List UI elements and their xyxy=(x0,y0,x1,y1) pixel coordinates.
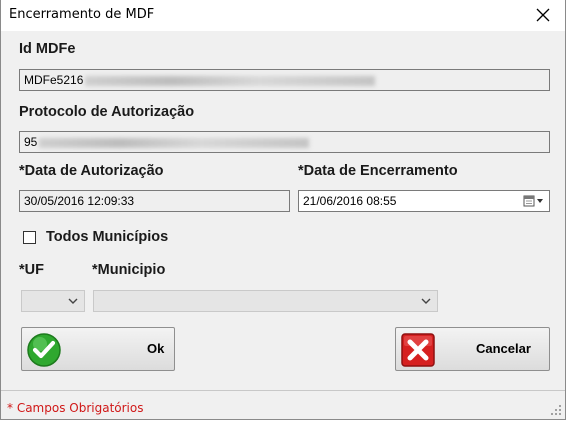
redacted-mask xyxy=(39,137,310,148)
ok-button-label: Ok xyxy=(147,341,165,356)
footer-divider xyxy=(1,390,565,391)
protocolo-label: Protocolo de Autorização xyxy=(19,104,195,120)
cancel-button[interactable]: Cancelar xyxy=(395,327,550,371)
protocolo-field[interactable]: 95 xyxy=(19,131,550,153)
green-check-icon xyxy=(27,333,61,367)
red-x-icon xyxy=(401,333,435,367)
redacted-mask xyxy=(85,75,376,86)
data-encerramento-picker[interactable]: 21/06/2016 08:55 xyxy=(298,190,550,212)
close-button[interactable] xyxy=(531,4,555,26)
todos-municipios-label[interactable]: Todos Municípios xyxy=(46,229,168,245)
required-fields-note: * Campos Obrigatórios xyxy=(7,401,144,415)
dialog-window: Encerramento de MDF Id MDFe MDFe5216 Pro… xyxy=(0,0,566,420)
cancel-button-label: Cancelar xyxy=(476,341,531,356)
ok-button[interactable]: Ok xyxy=(21,327,175,371)
resize-grip-icon[interactable] xyxy=(550,404,562,416)
calendar-dropdown-icon[interactable] xyxy=(523,194,545,208)
municipio-select[interactable] xyxy=(93,290,438,312)
chevron-down-icon xyxy=(421,298,431,304)
data-encerramento-label: *Data de Encerramento xyxy=(298,163,458,179)
data-autorizacao-field[interactable]: 30/05/2016 12:09:33 xyxy=(19,190,290,212)
id-mdfe-label: Id MDFe xyxy=(19,41,76,57)
data-autorizacao-value: 30/05/2016 12:09:33 xyxy=(24,194,135,208)
title-bar: Encerramento de MDF xyxy=(1,0,565,31)
chevron-down-icon xyxy=(68,298,78,304)
todos-municipios-checkbox[interactable] xyxy=(23,231,36,244)
protocolo-value: 95 xyxy=(24,135,38,149)
id-mdfe-field[interactable]: MDFe5216 xyxy=(19,69,550,91)
window-title: Encerramento de MDF xyxy=(9,7,155,22)
close-icon xyxy=(536,8,550,22)
uf-label: *UF xyxy=(19,262,44,278)
municipio-label: *Municipio xyxy=(92,262,166,278)
id-mdfe-value: MDFe5216 xyxy=(24,73,84,87)
data-autorizacao-label: *Data de Autorização xyxy=(19,163,164,179)
data-encerramento-value: 21/06/2016 08:55 xyxy=(303,194,397,208)
uf-select[interactable] xyxy=(21,290,85,312)
